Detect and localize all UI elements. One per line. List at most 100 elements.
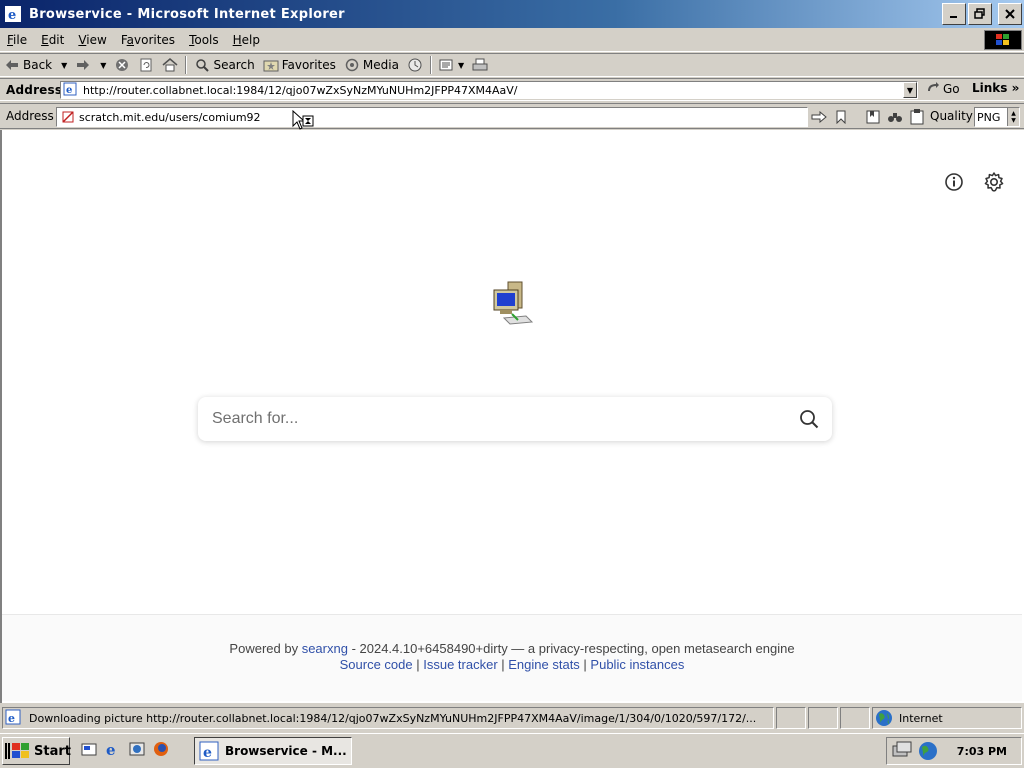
stop-button[interactable] xyxy=(110,57,134,73)
find-icon[interactable] xyxy=(886,108,904,126)
taskbar-window-button[interactable]: e Browservice - M... xyxy=(194,737,352,765)
title-bar: e Browservice - Microsoft Internet Explo… xyxy=(0,0,1024,28)
stop-icon xyxy=(114,57,130,73)
issue-tracker-link[interactable]: Issue tracker xyxy=(423,657,497,672)
gear-icon[interactable] xyxy=(982,170,1006,194)
window-title: Browservice - Microsoft Internet Explore… xyxy=(29,6,345,22)
restore-icon xyxy=(974,8,985,19)
address-dropdown-button[interactable]: ▼ xyxy=(903,82,917,98)
svg-text:e: e xyxy=(106,741,116,758)
firefox-icon[interactable] xyxy=(152,740,170,758)
quality-spinner[interactable]: ▲ ▼ xyxy=(1007,108,1019,126)
refresh-button[interactable] xyxy=(134,57,158,73)
close-icon xyxy=(1005,9,1015,19)
viewer-address-input[interactable]: scratch.mit.edu/users/comium92 xyxy=(56,107,808,127)
system-tray: 7:03 PM xyxy=(886,737,1022,765)
menu-favorites[interactable]: Favorites xyxy=(114,33,182,47)
windows-logo-icon xyxy=(984,30,1022,50)
searxng-link[interactable]: searxng xyxy=(302,641,348,656)
media-icon xyxy=(344,57,360,73)
close-button[interactable] xyxy=(998,3,1022,25)
svg-text:e: e xyxy=(203,745,212,761)
quality-select[interactable]: PNG ▲ ▼ xyxy=(974,107,1020,127)
page-viewport: Search for... Powered by searxng - 2024.… xyxy=(0,130,1024,703)
favorites-button[interactable]: Favorites xyxy=(259,57,340,73)
address-input[interactable]: e http://router.collabnet.local:1984/12/… xyxy=(60,81,918,99)
go-button[interactable]: Go xyxy=(926,81,960,96)
quality-label: Quality xyxy=(930,109,973,123)
menu-file[interactable]: File xyxy=(0,33,34,47)
media-button[interactable]: Media xyxy=(340,57,403,73)
browservice-control-bar: Address scratch.mit.edu/users/comium92 Q… xyxy=(0,103,1024,129)
forward-arrow-icon xyxy=(75,57,91,73)
show-desktop-icon[interactable] xyxy=(80,740,98,758)
search-icon[interactable] xyxy=(798,408,820,430)
source-code-link[interactable]: Source code xyxy=(340,657,413,672)
page-footer: Powered by searxng - 2024.4.10+6458490+d… xyxy=(2,614,1022,701)
outlook-express-icon[interactable] xyxy=(128,740,146,758)
minimize-button[interactable] xyxy=(942,3,966,25)
clipboard-icon[interactable] xyxy=(908,108,926,126)
bookmarks-list-icon[interactable] xyxy=(864,108,882,126)
menu-help[interactable]: Help xyxy=(226,33,267,47)
links-button[interactable]: Links » xyxy=(972,81,1019,95)
menu-bar: File Edit View Favorites Tools Help xyxy=(0,28,1024,52)
network-icon[interactable] xyxy=(891,740,913,762)
navigate-arrow-icon[interactable] xyxy=(810,108,828,126)
history-button[interactable] xyxy=(403,57,427,73)
forward-button[interactable]: ▼ xyxy=(71,57,110,73)
ie-icon: e xyxy=(3,4,23,24)
address-url: http://router.collabnet.local:1984/12/qj… xyxy=(83,83,518,97)
quick-launch: e xyxy=(80,740,170,759)
history-icon xyxy=(407,57,423,73)
start-button[interactable]: Start xyxy=(2,737,71,765)
footer-line-2: Source code | Issue tracker | Engine sta… xyxy=(339,657,685,672)
address-label: Address xyxy=(6,82,63,97)
menu-tools[interactable]: Tools xyxy=(182,33,226,47)
globe-icon[interactable] xyxy=(917,740,939,762)
chevron-right-icon: » xyxy=(1011,81,1020,95)
refresh-icon xyxy=(138,57,154,73)
address-toolbar: Address e http://router.collabnet.local:… xyxy=(0,78,1024,101)
mail-icon xyxy=(439,57,455,73)
standard-toolbar: Back ▼ ▼ Search Favorites Media ▼ xyxy=(0,53,1024,77)
chevron-down-icon: ▼ xyxy=(906,85,914,95)
restore-button[interactable] xyxy=(968,3,992,25)
svg-text:e: e xyxy=(66,85,72,96)
search-button[interactable]: Search xyxy=(190,57,258,73)
search-input[interactable]: Search for... xyxy=(198,397,832,441)
globe-icon xyxy=(875,709,893,727)
status-cell xyxy=(776,707,806,729)
mail-dropdown-icon: ▼ xyxy=(457,60,465,70)
menu-edit[interactable]: Edit xyxy=(34,33,71,47)
back-dropdown-icon: ▼ xyxy=(61,60,68,70)
status-cell xyxy=(808,707,838,729)
back-button[interactable]: Back ▼ xyxy=(0,57,71,73)
bookmark-icon[interactable] xyxy=(832,108,850,126)
home-button[interactable] xyxy=(158,57,182,73)
toolbar-separator xyxy=(429,56,432,74)
engine-stats-link[interactable]: Engine stats xyxy=(508,657,580,672)
info-icon[interactable] xyxy=(942,170,966,194)
go-arrow-icon xyxy=(926,81,940,96)
computer-logo-icon xyxy=(490,278,534,330)
back-arrow-icon xyxy=(4,57,20,73)
print-button[interactable] xyxy=(468,57,492,73)
footer-line-1: Powered by searxng - 2024.4.10+6458490+d… xyxy=(229,641,795,656)
ie-icon: e xyxy=(199,741,219,761)
viewer-address-label: Address xyxy=(6,109,54,123)
public-instances-link[interactable]: Public instances xyxy=(590,657,684,672)
viewer-url: scratch.mit.edu/users/comium92 xyxy=(79,110,261,124)
menu-view[interactable]: View xyxy=(71,33,113,47)
spin-up-icon: ▲ xyxy=(1011,110,1016,117)
security-zone: Internet xyxy=(872,707,1022,729)
toolbar-separator xyxy=(185,56,188,74)
svg-text:e: e xyxy=(8,712,15,725)
internet-explorer-icon[interactable]: e xyxy=(104,740,122,759)
mail-button[interactable]: ▼ xyxy=(435,57,468,73)
svg-text:e: e xyxy=(8,8,16,23)
status-cell xyxy=(840,707,870,729)
favorites-icon xyxy=(263,57,279,73)
print-icon xyxy=(472,57,488,73)
insecure-icon xyxy=(61,110,75,124)
